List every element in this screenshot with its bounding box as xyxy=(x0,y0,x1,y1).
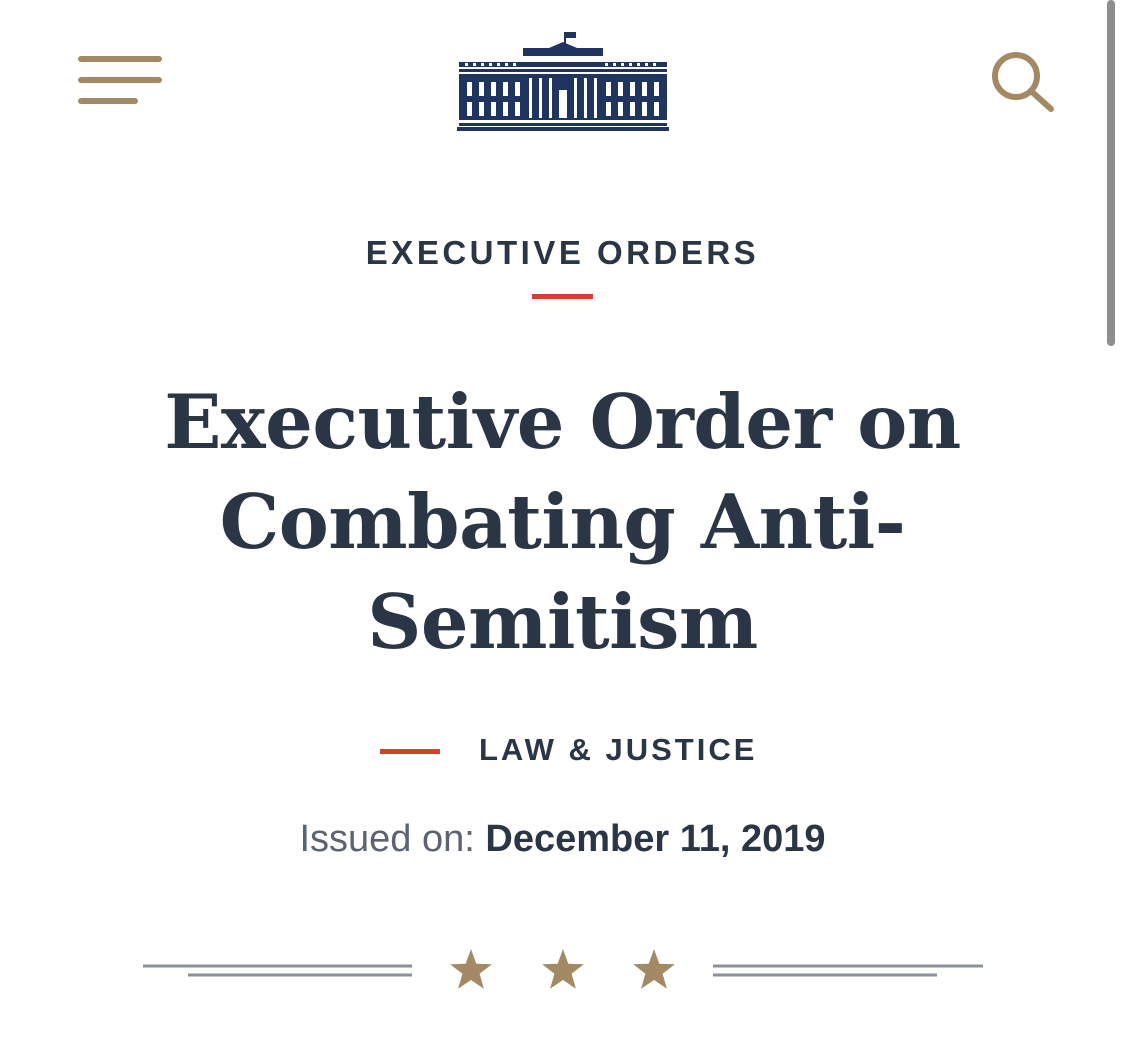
topic-link[interactable]: LAW & JUSTICE xyxy=(479,732,757,768)
menu-button[interactable] xyxy=(78,56,164,108)
white-house-logo-icon xyxy=(457,32,669,131)
issued-on: Issued on: December 11, 2019 xyxy=(0,818,1125,861)
page-title: Executive Order on Combating Anti-Semiti… xyxy=(164,378,961,666)
scrollbar[interactable] xyxy=(1107,0,1115,346)
issued-date: December 11, 2019 xyxy=(485,818,826,860)
star-divider xyxy=(143,949,983,989)
page: EXECUTIVE ORDERS Executive Order on Comb… xyxy=(0,0,1125,1037)
category-accent-rule xyxy=(532,294,593,299)
category-link[interactable]: EXECUTIVE ORDERS xyxy=(0,234,1125,272)
topic-accent-rule xyxy=(380,749,440,754)
issued-label: Issued on: xyxy=(299,818,475,860)
star-icon xyxy=(633,949,675,989)
search-button[interactable] xyxy=(990,50,1058,116)
star-icon xyxy=(450,949,492,989)
home-logo-link[interactable] xyxy=(457,30,669,132)
search-icon xyxy=(992,52,1054,112)
star-icon xyxy=(542,949,584,989)
